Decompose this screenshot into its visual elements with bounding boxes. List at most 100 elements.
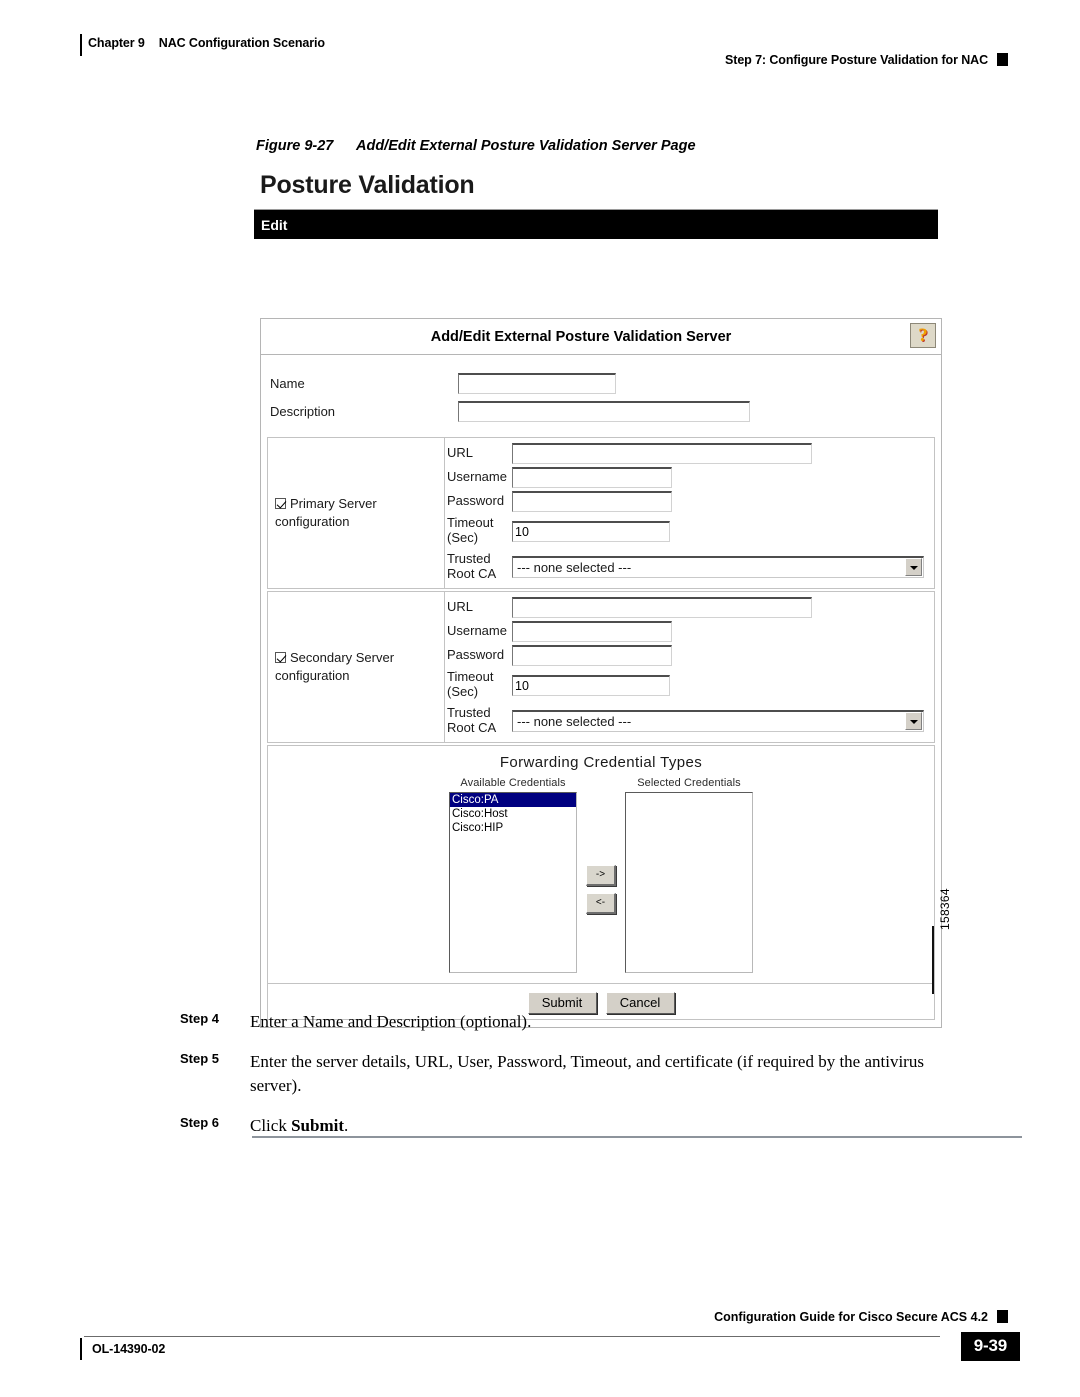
description-input[interactable] [458, 400, 750, 422]
step-text-prefix: Click [250, 1116, 292, 1136]
name-row: Name [261, 369, 941, 397]
figure-id: 158364 [938, 888, 952, 930]
secondary-server-checkbox[interactable] [275, 652, 286, 664]
step-item: Step 6 Click Submit. [180, 1114, 940, 1138]
header-section-title: Step 7: Configure Posture Validation for… [725, 53, 988, 67]
step-label: Step 5 [180, 1051, 220, 1067]
header-chapter-title: NAC Configuration Scenario [158, 36, 325, 50]
remove-credential-button[interactable]: <- [586, 893, 616, 914]
secondary-url-row: URL [445, 595, 928, 619]
forwarding-credential-types-group: Forwarding Credential Types Available Cr… [267, 745, 935, 984]
primary-timeout-row: Timeout (Sec) 10 [445, 513, 928, 549]
credential-transfer-area: Available Credentials Cisco:PA Cisco:Host… [268, 777, 934, 973]
secondary-username-input[interactable] [512, 620, 672, 642]
name-input[interactable] [458, 372, 616, 394]
primary-trusted-root-ca-label: Trusted Root CA [447, 551, 497, 581]
primary-password-label: Password [447, 492, 505, 508]
selected-credentials-label: Selected Credentials [637, 777, 741, 789]
secondary-username-row: Username [445, 619, 928, 643]
description-row: Description [261, 397, 941, 425]
primary-server-label: Primary Server configuration [275, 496, 377, 529]
secondary-server-label: Secondary Server configuration [275, 650, 395, 683]
figure-number: Figure 9-27 [256, 138, 334, 154]
app-title: Posture Validation [260, 171, 475, 199]
secondary-timeout-input[interactable]: 10 [512, 674, 670, 696]
primary-trusted-root-ca-select[interactable]: --- none selected --- [512, 556, 924, 578]
step-text-suffix: . [344, 1116, 349, 1136]
secondary-trusted-root-ca-label: Trusted Root CA [447, 705, 497, 735]
secondary-password-row: Password [445, 643, 928, 667]
secondary-trusted-root-ca-select[interactable]: --- none selected --- [512, 710, 924, 732]
name-description-block: Name Description [261, 355, 941, 435]
embedded-screenshot: Posture Validation Edit [254, 171, 938, 239]
figure-id-rule [932, 926, 934, 994]
figure-caption: Figure 9-27 Add/Edit External Posture Val… [256, 138, 696, 154]
name-label: Name [270, 375, 305, 391]
step-text: Enter a Name and Description (optional). [250, 1012, 532, 1031]
step-item: Step 4 Enter a Name and Description (opt… [180, 1010, 940, 1034]
forwarding-credential-types-title: Forwarding Credential Types [499, 754, 703, 771]
primary-password-row: Password [445, 489, 928, 513]
secondary-password-input[interactable] [512, 644, 672, 666]
primary-username-input[interactable] [512, 466, 672, 488]
primary-server-checkbox[interactable] [275, 498, 286, 510]
secondary-server-toggle-cell: Secondary Server configuration [268, 592, 445, 742]
step-label: Step 4 [180, 1011, 220, 1026]
footer-rule-tick [80, 1338, 82, 1360]
primary-username-row: Username [445, 465, 928, 489]
header-rule-tick [80, 34, 82, 56]
primary-url-row: URL [445, 441, 928, 465]
description-label: Description [270, 403, 336, 419]
header-chapter-number: Chapter 9 [88, 36, 145, 50]
help-question-icon[interactable]: ? [910, 323, 936, 348]
list-item[interactable]: Cisco:PA [450, 793, 576, 807]
primary-url-input[interactable] [512, 442, 812, 464]
secondary-timeout-label: Timeout (Sec) [447, 669, 494, 699]
page-header: Chapter 9 NAC Configuration Scenario Step… [0, 0, 1080, 86]
footer-rule [84, 1336, 940, 1337]
primary-server-fields: URL Username Password Timeout (Sec) 10 T… [445, 438, 934, 588]
header-square-marker [997, 53, 1008, 66]
nav-bar-edit[interactable]: Edit [254, 208, 938, 239]
available-credentials-label: Available Credentials [460, 777, 566, 789]
secondary-server-fields: URL Username Password Timeout (Sec) 10 T… [445, 592, 934, 742]
chevron-down-icon[interactable] [905, 558, 922, 576]
secondary-url-input[interactable] [512, 596, 812, 618]
secondary-password-label: Password [447, 646, 505, 662]
posture-validation-form: Add/Edit External Posture Validation Ser… [260, 318, 942, 1028]
page-number-badge: 9-39 [960, 1332, 1020, 1361]
primary-server-group: Primary Server configuration URL Usernam… [267, 437, 935, 589]
panel-title-bar: Add/Edit External Posture Validation Ser… [261, 319, 941, 355]
step-text: Click Submit. [250, 1114, 348, 1138]
header-chapter: Chapter 9 NAC Configuration Scenario [88, 36, 325, 50]
step-label: Step 6 [180, 1115, 220, 1131]
secondary-server-checkbox-line[interactable]: Secondary Server configuration [275, 649, 440, 684]
step-item: Step 5 Enter the server details, URL, Us… [180, 1050, 940, 1098]
step-text-bold: Submit [291, 1116, 345, 1136]
secondary-trusted-root-ca-value: --- none selected --- [517, 714, 632, 729]
add-credential-button[interactable]: -> [586, 865, 616, 886]
primary-timeout-label: Timeout (Sec) [447, 515, 494, 545]
list-item[interactable]: Cisco:Host [450, 807, 576, 821]
list-item[interactable]: Cisco:HIP [450, 821, 576, 835]
section-divider [252, 1136, 1022, 1138]
primary-url-label: URL [447, 444, 474, 460]
secondary-server-group: Secondary Server configuration URL Usern… [267, 591, 935, 743]
selected-credentials-column: Selected Credentials [625, 777, 753, 973]
footer-doc-id: OL-14390-02 [92, 1342, 166, 1356]
panel: Add/Edit External Posture Validation Ser… [260, 318, 942, 1028]
steps-list: Step 4 Enter a Name and Description (opt… [180, 1010, 940, 1155]
primary-password-input[interactable] [512, 490, 672, 512]
primary-trusted-root-ca-row: Trusted Root CA --- none selected --- [445, 549, 928, 585]
available-credentials-listbox[interactable]: Cisco:PA Cisco:Host Cisco:HIP [449, 792, 577, 973]
selected-credentials-listbox[interactable] [625, 792, 753, 973]
panel-title: Add/Edit External Posture Validation Ser… [430, 329, 732, 345]
primary-server-checkbox-line[interactable]: Primary Server configuration [275, 495, 440, 530]
transfer-buttons: -> <- [577, 777, 625, 914]
secondary-timeout-row: Timeout (Sec) 10 [445, 667, 928, 703]
chevron-down-icon[interactable] [905, 712, 922, 730]
primary-timeout-input[interactable]: 10 [512, 520, 670, 542]
figure-title: Add/Edit External Posture Validation Ser… [356, 138, 696, 154]
panel-body: Name Description Primary Server configur… [261, 355, 941, 984]
footer-square-marker [997, 1310, 1008, 1323]
